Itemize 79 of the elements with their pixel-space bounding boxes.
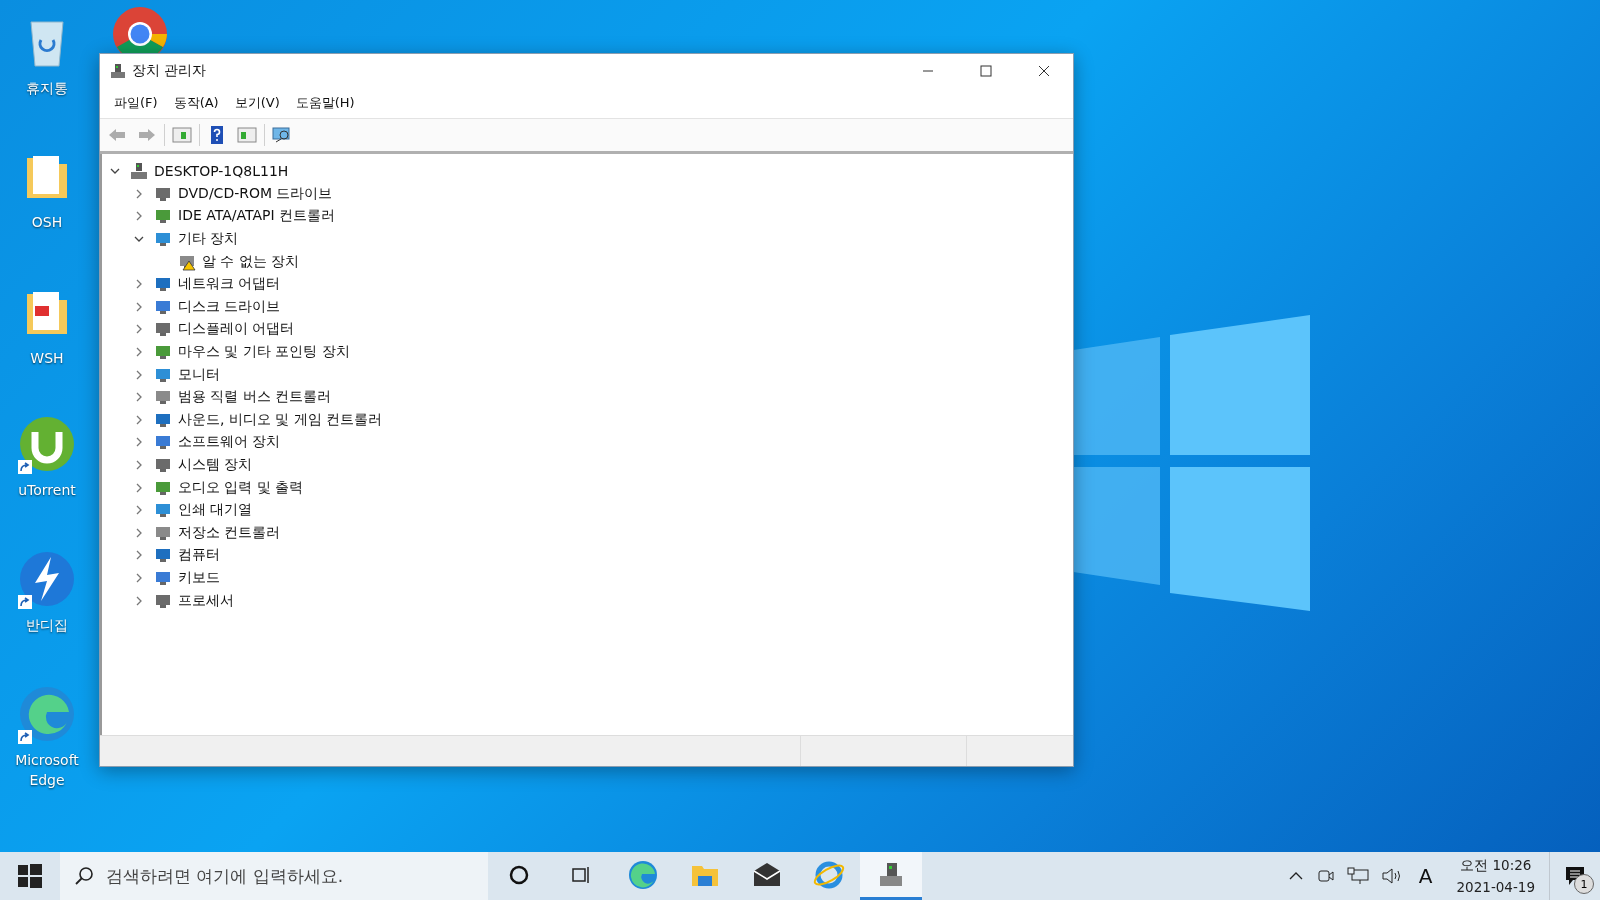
notification-count: 1: [1574, 874, 1594, 894]
lightning-bolt-icon: [19, 551, 75, 607]
device-icon: [154, 275, 172, 294]
desktop-icon-label: uTorrent: [18, 481, 76, 500]
menu-item[interactable]: 파일(F): [106, 92, 166, 114]
device-icon: [154, 501, 172, 520]
device-icon: [154, 320, 172, 339]
tree-item[interactable]: 프로세서: [178, 591, 234, 610]
speaker-icon[interactable]: [1380, 867, 1403, 885]
chevron-right-icon[interactable]: [134, 505, 144, 516]
device-icon: [154, 207, 172, 226]
search-icon: [74, 866, 94, 886]
chevron-right-icon[interactable]: [134, 347, 144, 358]
computer-icon: [130, 162, 148, 181]
chevron-right-icon[interactable]: [134, 527, 144, 538]
device-manager-icon: [110, 63, 126, 79]
tree-item[interactable]: 범용 직렬 버스 컨트롤러: [178, 388, 332, 407]
device-icon: [154, 343, 172, 362]
tree-item[interactable]: 인쇄 대기열: [178, 501, 253, 520]
desktop-icon-label: WSH: [30, 349, 64, 368]
tree-item[interactable]: 마우스 및 기타 포인팅 장치: [178, 343, 350, 362]
desktop-icon-label: 휴지통: [26, 79, 68, 98]
tree-item[interactable]: IDE ATA/ATAPI 컨트롤러: [178, 207, 335, 226]
window-title: 장치 관리자: [132, 62, 208, 80]
chevron-right-icon[interactable]: [134, 460, 144, 470]
desktop-icon-label: Microsoft Edge: [14, 751, 80, 791]
utorrent-logo-icon: [19, 416, 75, 472]
chevron-right-icon[interactable]: [134, 437, 144, 448]
tree-item[interactable]: 알 수 없는 장치: [202, 252, 300, 271]
chevron-right-icon[interactable]: [134, 211, 144, 222]
tree-item[interactable]: 오디오 입력 및 출력: [178, 478, 304, 497]
desktop-icon-label: 반디집: [26, 616, 68, 635]
desktop-icon-label: OSH: [31, 213, 63, 232]
menu-item[interactable]: 동작(A): [165, 92, 227, 114]
tree-item[interactable]: 모니터: [178, 365, 220, 384]
chevron-right-icon[interactable]: [134, 392, 144, 403]
tree-item[interactable]: 기타 장치: [178, 230, 239, 249]
close-icon: [1038, 65, 1050, 77]
tree-item[interactable]: 시스템 장치: [178, 456, 253, 474]
chevron-right-icon[interactable]: [134, 301, 144, 312]
tree-item[interactable]: 디스플레이 어댑터: [178, 320, 295, 339]
tree-item[interactable]: 컴퓨터: [178, 546, 220, 565]
chevron-right-icon[interactable]: [134, 369, 144, 380]
chevron-right-icon[interactable]: [134, 573, 144, 583]
device-icon: [154, 388, 172, 407]
menu-item[interactable]: 보기(V): [226, 92, 288, 114]
menu-item[interactable]: 도움말(H): [287, 92, 363, 114]
chevron-right-icon[interactable]: [134, 414, 144, 425]
device-icon: [154, 433, 172, 452]
tree-item[interactable]: 키보드: [178, 569, 220, 587]
tree-item[interactable]: 저장소 컨트롤러: [178, 523, 281, 542]
network-icon[interactable]: [1346, 867, 1369, 885]
input-method-indicator[interactable]: A: [1418, 864, 1433, 888]
edge-browser-icon: [19, 686, 75, 742]
clock-time: 오전 10:26: [1460, 856, 1532, 875]
tree-item[interactable]: 소프트웨어 장치: [178, 433, 281, 452]
tree-item[interactable]: 디스크 드라이브: [178, 297, 281, 316]
device-manager-icon[interactable]: [860, 852, 922, 900]
tree-item[interactable]: DVD/CD-ROM 드라이브: [178, 184, 333, 203]
chevron-right-icon[interactable]: [134, 550, 144, 561]
tree-item[interactable]: 사운드, 비디오 및 게임 컨트롤러: [178, 410, 383, 429]
chevron-right-icon[interactable]: [134, 482, 144, 493]
clock-date: 2021-04-19: [1456, 878, 1535, 897]
maximize-icon: [980, 65, 992, 77]
properties-pane-icon[interactable]: [169, 124, 195, 146]
device-icon: [154, 456, 172, 474]
chevron-right-icon[interactable]: [134, 324, 144, 335]
chevron-right-icon[interactable]: [134, 188, 144, 199]
tree-item[interactable]: 네트워크 어댑터: [178, 275, 281, 294]
device-icon: [154, 230, 172, 249]
search-field[interactable]: 검색하려면 여기에 입력하세요.: [60, 852, 488, 900]
device-icon: [154, 546, 172, 565]
device-icon: [154, 569, 172, 587]
chevron-right-icon[interactable]: [134, 595, 144, 606]
camera-icon[interactable]: [1316, 867, 1335, 885]
clock[interactable]: 오전 10:26 2021-04-19: [1456, 854, 1535, 898]
windows-logo-icon: [18, 864, 42, 888]
tree-item[interactable]: DESKTOP-1Q8L11H: [154, 163, 289, 180]
chevron-right-icon[interactable]: [134, 279, 144, 290]
